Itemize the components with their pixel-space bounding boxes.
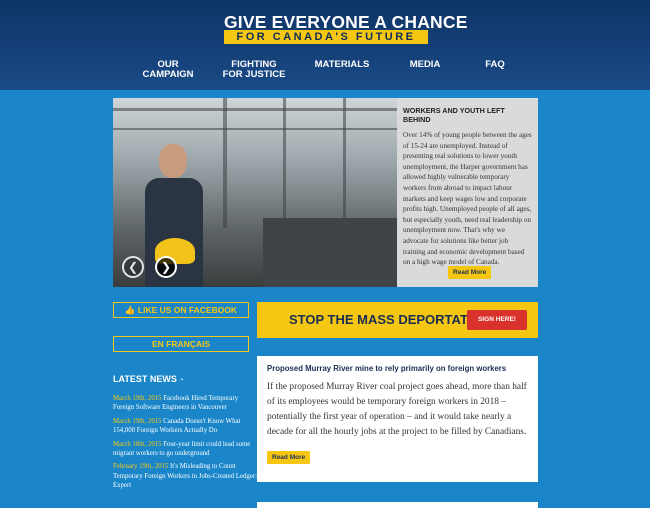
nav-faq[interactable]: FAQ (478, 60, 512, 70)
featured-article: Proposed Murray River mine to rely prima… (257, 356, 538, 482)
nav-media[interactable]: MEDIA (400, 60, 450, 70)
hero-image (113, 98, 397, 287)
article-title[interactable]: Proposed Murray River mine to rely prima… (267, 364, 528, 373)
next-article-card (257, 502, 538, 508)
site-header: GIVE EVERYONE A CHANCE FOR CANADA'S FUTU… (0, 0, 650, 90)
chevron-left-icon: ❮ (127, 260, 139, 274)
hero-read-more-button[interactable]: Read More (448, 266, 492, 279)
chevron-right-icon: ❯ (160, 260, 172, 274)
banner-title: STOP THE MASS DEPORTATION! (289, 312, 496, 327)
news-item[interactable]: February 19th, 2015 It's Misleading to C… (113, 462, 259, 490)
news-date: March 19th, 2015 (113, 395, 162, 402)
latest-news-heading: LATEST NEWS ◔ (113, 374, 184, 384)
nav-materials[interactable]: MATERIALS (312, 60, 372, 70)
hero-text-panel: WORKERS AND YOUTH LEFT BEHIND Over 14% o… (397, 98, 538, 287)
carousel-next-button[interactable]: ❯ (155, 256, 177, 278)
rss-icon[interactable]: ◔ (179, 377, 183, 384)
petition-banner: STOP THE MASS DEPORTATION! SIGN HERE! (257, 302, 538, 338)
article-body: If the proposed Murray River coal projec… (267, 382, 527, 437)
news-date: March 19th, 2015 (113, 417, 162, 425)
news-date: February 19th, 2015 (113, 463, 169, 471)
nav-fighting-for-justice[interactable]: FIGHTING FOR JUSTICE (220, 60, 288, 80)
thumbs-up-icon: 👍 (124, 305, 136, 315)
sign-here-button[interactable]: SIGN HERE! (467, 310, 527, 330)
news-list: March 19th, 2015 Facebook Hired Temporar… (113, 394, 259, 495)
news-date: March 18th, 2015 (113, 440, 162, 448)
nav-our-campaign[interactable]: OUR CAMPAIGN (132, 60, 204, 80)
logo-subtitle[interactable]: FOR CANADA'S FUTURE (224, 30, 428, 44)
facebook-like-button[interactable]: 👍 LIKE US ON FACEBOOK (113, 302, 249, 318)
hero-title: WORKERS AND YOUTH LEFT BEHIND (403, 106, 505, 124)
hero-body: Over 14% of young people between the age… (403, 131, 532, 267)
facebook-button-label: LIKE US ON FACEBOOK (137, 305, 238, 315)
news-item[interactable]: March 19th, 2015 Canada Doesn't Know Wha… (113, 417, 259, 436)
news-item[interactable]: March 19th, 2015 Facebook Hired Temporar… (113, 394, 259, 413)
french-language-button[interactable]: EN FRANÇAIS (113, 336, 249, 352)
article-read-more-button[interactable]: Read More (267, 451, 311, 464)
news-item[interactable]: March 18th, 2015 Four-year limit could l… (113, 440, 259, 459)
carousel-prev-button[interactable]: ❮ (122, 256, 144, 278)
